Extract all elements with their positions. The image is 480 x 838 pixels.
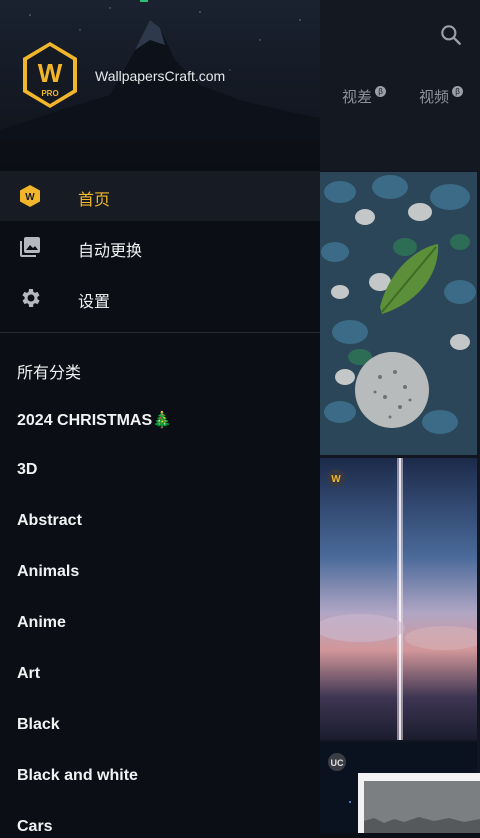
tab-parallax-label: 视差: [342, 89, 373, 106]
all-categories-header: 所有分类: [17, 365, 82, 382]
gear-icon: [22, 289, 40, 307]
nav-item-label: 设置: [78, 294, 111, 311]
wallpaper-thumbnail-pebbles[interactable]: [320, 172, 477, 455]
photo-library-icon: [20, 237, 40, 257]
nav-item-settings[interactable]: 设置: [0, 273, 320, 323]
category-item[interactable]: 2024 CHRISTMAS🎄: [17, 410, 172, 430]
search-icon[interactable]: [438, 22, 464, 48]
beta-badge: β: [452, 86, 464, 97]
home-w-icon: W: [20, 185, 40, 207]
category-item[interactable]: Black: [17, 716, 60, 734]
navigation-drawer: W PRO WallpapersCraft.com W 首页 自动更换 设置 所…: [0, 0, 320, 836]
svg-text:W: W: [38, 58, 63, 88]
sky-image: W: [320, 458, 477, 740]
floating-preview-content: [364, 781, 480, 833]
uc-badge-icon: UC: [331, 758, 344, 768]
divider: [0, 332, 320, 333]
tab-parallax[interactable]: 视差 β: [342, 86, 387, 107]
wallpaper-thumbnail-sky[interactable]: W: [320, 458, 477, 740]
pebbles-image: [320, 172, 477, 455]
category-item[interactable]: Anime: [17, 614, 66, 632]
category-item[interactable]: Black and white: [17, 767, 138, 785]
pro-badge-icon: W: [331, 474, 341, 485]
tab-video-label: 视频: [419, 89, 450, 106]
svg-text:PRO: PRO: [41, 89, 58, 98]
category-item[interactable]: Cars: [17, 818, 53, 836]
beta-badge: β: [375, 86, 387, 97]
nav-item-home[interactable]: W 首页: [0, 171, 320, 221]
category-item[interactable]: Art: [17, 665, 40, 683]
nav-item-label: 首页: [78, 192, 111, 209]
svg-text:W: W: [25, 192, 35, 203]
category-item[interactable]: 3D: [17, 461, 37, 479]
status-indicator: [140, 0, 148, 2]
nav-item-label: 自动更换: [78, 243, 143, 260]
tab-video[interactable]: 视频 β: [419, 86, 464, 107]
site-name: WallpapersCraft.com: [95, 68, 226, 84]
nav-item-auto-change[interactable]: 自动更换: [0, 222, 320, 272]
app-logo-icon: W PRO: [23, 42, 77, 108]
drawer-header: W PRO WallpapersCraft.com: [0, 0, 320, 162]
category-item[interactable]: Abstract: [17, 512, 82, 530]
category-item[interactable]: Animals: [17, 563, 79, 581]
